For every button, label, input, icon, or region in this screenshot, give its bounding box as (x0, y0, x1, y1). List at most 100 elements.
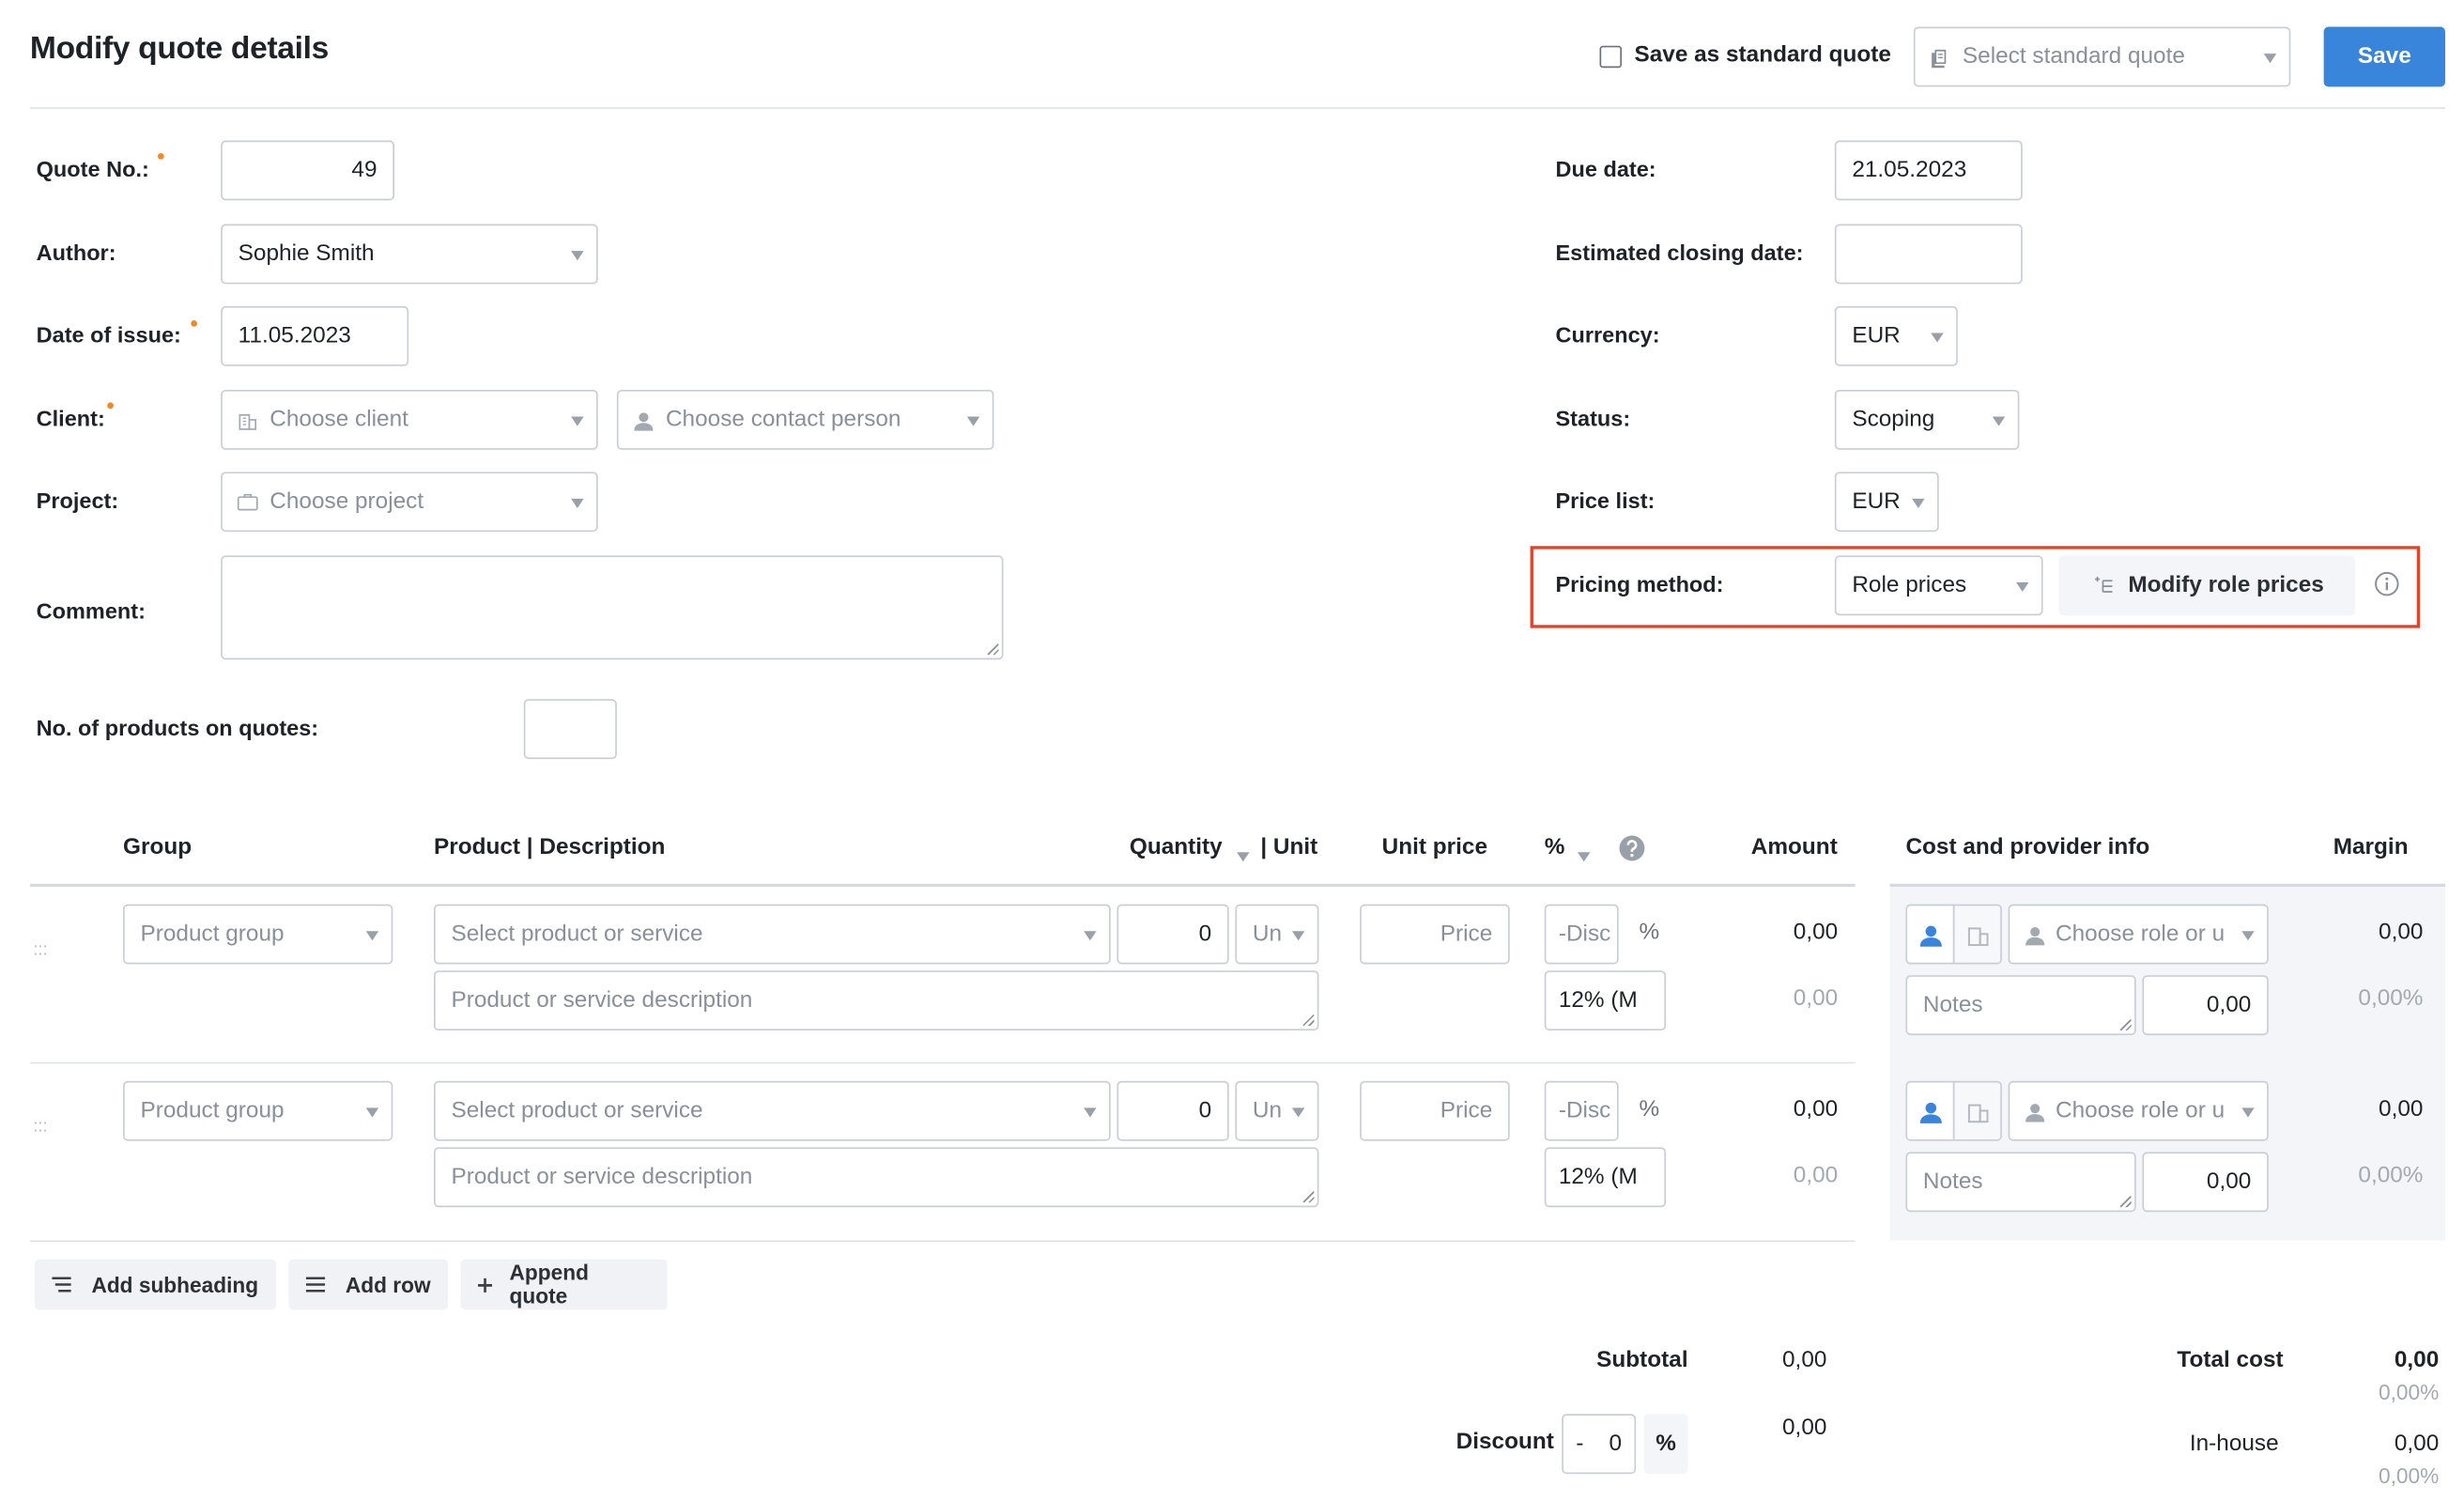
currency-dropdown[interactable]: EUR (1834, 305, 1958, 366)
chevron-down-icon (571, 498, 584, 508)
append-quote-button[interactable]: Append quote (460, 1259, 668, 1310)
quote-no-input[interactable]: 49 (221, 140, 394, 201)
row-divider (29, 1240, 1856, 1243)
discount-value: 0 (1609, 1431, 1623, 1457)
resize-handle-icon[interactable] (1302, 1191, 1315, 1203)
product-select-dropdown[interactable]: Select product or service (434, 904, 1111, 965)
role-dropdown[interactable]: Choose role or u (2008, 904, 2269, 965)
add-subheading-button[interactable]: Add subheading (34, 1259, 277, 1310)
notes-textarea[interactable]: Notes (1905, 1152, 2136, 1213)
client-dropdown[interactable]: Choose client (221, 389, 598, 450)
person-icon (634, 412, 654, 431)
discount-total: 0,00 (1782, 1415, 1827, 1441)
vat-dropdown[interactable]: 12% (M (1544, 1147, 1667, 1208)
add-row-button[interactable]: Add row (288, 1259, 449, 1310)
total-discount-input[interactable]: - 0 (1562, 1414, 1637, 1475)
column-header-quantity: Quantity (1129, 834, 1223, 860)
chevron-down-icon (966, 416, 980, 426)
unit-price-input[interactable]: Price (1360, 904, 1510, 965)
comment-textarea[interactable] (221, 555, 1004, 660)
closing-date-input[interactable] (1834, 224, 2023, 285)
notes-placeholder: Notes (1922, 992, 1983, 1018)
notes-placeholder: Notes (1922, 1169, 1983, 1195)
author-label: Author: (36, 240, 116, 266)
product-group-placeholder: Product group (140, 1098, 285, 1124)
column-header-group: Group (123, 834, 192, 860)
chevron-down-icon (365, 1107, 379, 1118)
drag-handle-icon[interactable]: ::: (33, 940, 47, 959)
total-cost-value: 0,00 (2394, 1347, 2440, 1373)
provider-toggle[interactable] (1952, 1080, 2002, 1141)
contact-person-placeholder: Choose contact person (665, 407, 901, 433)
products-count-input[interactable] (523, 699, 617, 760)
help-icon[interactable] (1619, 835, 1646, 862)
building-icon (1967, 1104, 1989, 1123)
role-placeholder: Choose role or u (2056, 921, 2225, 947)
append-quote-label: Append quote (509, 1261, 589, 1308)
drag-handle-icon[interactable]: ::: (33, 1117, 47, 1136)
discount-input[interactable]: -Disc (1544, 904, 1619, 965)
subtotal-value: 0,00 (1782, 1347, 1827, 1373)
contact-person-dropdown[interactable]: Choose contact person (616, 389, 994, 450)
total-cost-percent: 0,00% (2378, 1381, 2440, 1405)
role-dropdown[interactable]: Choose role or u (2008, 1080, 2269, 1141)
internal-role-toggle[interactable] (1905, 1080, 1955, 1141)
percent-chevron-icon[interactable] (1578, 852, 1591, 862)
row-margin-percent: 0,00% (2358, 1163, 2424, 1189)
status-dropdown[interactable]: Scoping (1834, 389, 2020, 450)
description-textarea[interactable]: Product or service description (434, 970, 1319, 1031)
date-of-issue-input[interactable]: 11.05.2023 (221, 305, 409, 366)
save-as-standard-checkbox[interactable] (1599, 45, 1623, 69)
discount-unit-toggle[interactable]: % (1643, 1414, 1688, 1475)
project-label: Project: (36, 488, 119, 513)
unit-dropdown[interactable]: Un (1235, 904, 1319, 965)
chevron-down-icon (365, 931, 379, 941)
client-label: Client: (36, 405, 105, 431)
unit-price-input[interactable]: Price (1360, 1080, 1510, 1141)
building-icon (239, 413, 256, 430)
column-header-unit-price: Unit price (1381, 834, 1488, 860)
resize-handle-icon[interactable] (2119, 1019, 2132, 1031)
due-date-input[interactable]: 21.05.2023 (1834, 140, 2023, 201)
row-margin-percent: 0,00% (2358, 986, 2424, 1012)
quantity-input[interactable]: 0 (1116, 1080, 1229, 1141)
cost-input[interactable]: 0,00 (2142, 1152, 2269, 1213)
author-value: Sophie Smith (238, 241, 375, 267)
person-icon (1919, 925, 1942, 947)
description-textarea[interactable]: Product or service description (434, 1147, 1319, 1208)
inhouse-percent: 0,00% (2378, 1464, 2440, 1489)
unit-dropdown[interactable]: Un (1235, 1080, 1319, 1141)
row-margin: 0,00 (2379, 1096, 2424, 1123)
notes-textarea[interactable]: Notes (1905, 975, 2136, 1036)
inhouse-value: 0,00 (2394, 1431, 2440, 1457)
cost-input[interactable]: 0,00 (2142, 975, 2269, 1036)
product-group-dropdown[interactable]: Product group (123, 904, 393, 965)
chevron-down-icon (2241, 1107, 2255, 1118)
select-standard-quote-dropdown[interactable]: Select standard quote (1913, 26, 2291, 87)
quantity-input[interactable]: 0 (1116, 904, 1229, 965)
price-list-dropdown[interactable]: EUR (1834, 472, 1939, 533)
product-group-dropdown[interactable]: Product group (123, 1080, 393, 1141)
discount-percent-sign: % (1639, 920, 1660, 946)
required-indicator (191, 320, 197, 327)
resize-handle-icon[interactable] (2119, 1196, 2132, 1208)
page-title: Modify quote details (29, 31, 330, 67)
save-as-standard-label[interactable]: Save as standard quote (1634, 42, 1890, 68)
vat-dropdown[interactable]: 12% (M (1544, 970, 1667, 1031)
discount-input[interactable]: -Disc (1544, 1080, 1619, 1141)
internal-role-toggle[interactable] (1905, 904, 1955, 965)
resize-handle-icon[interactable] (1302, 1014, 1315, 1026)
project-dropdown[interactable]: Choose project (221, 472, 598, 533)
author-dropdown[interactable]: Sophie Smith (221, 224, 598, 285)
product-group-placeholder: Product group (140, 921, 285, 947)
product-select-placeholder: Select product or service (451, 921, 703, 947)
document-icon (1932, 49, 1947, 69)
provider-toggle[interactable] (1952, 904, 2002, 965)
save-button[interactable]: Save (2323, 26, 2445, 87)
building-icon (1967, 927, 1989, 947)
currency-label: Currency: (1555, 321, 1660, 348)
product-select-dropdown[interactable]: Select product or service (434, 1080, 1111, 1141)
total-cost-label: Total cost (2177, 1347, 2284, 1373)
resize-handle-icon[interactable] (987, 643, 999, 656)
quantity-sort-chevron-icon[interactable] (1237, 852, 1250, 862)
